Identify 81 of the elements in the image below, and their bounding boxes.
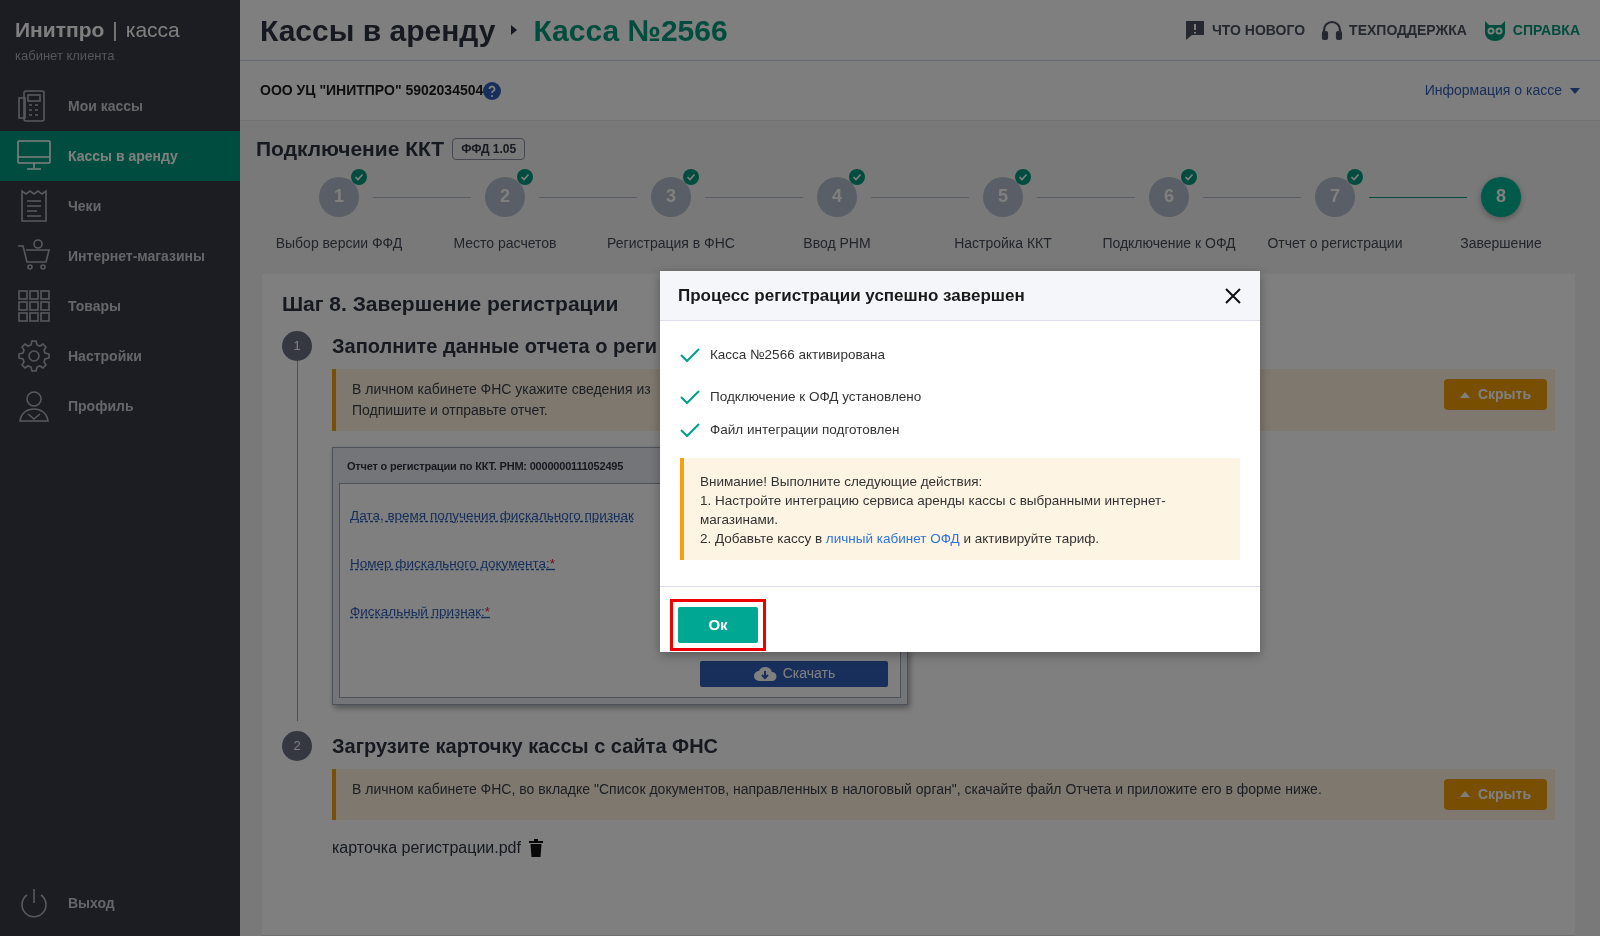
cloud-download-icon — [752, 665, 777, 682]
version-badge: ФФД 1.05 — [452, 137, 526, 160]
report-title: Отчет о регистрации по ККТ. РНМ: 0000000111052495 — [346, 459, 625, 474]
check-icon — [680, 421, 700, 438]
brand-name: Инитпро — [15, 17, 105, 43]
field-label[interactable]: Номер фискального документа:* — [350, 553, 556, 602]
sidebar-item[interactable]: Профиль — [0, 381, 240, 431]
info-dropdown[interactable]: Информация о кассе — [1424, 80, 1580, 101]
sidebar-item[interactable]: Интернет-магазины — [0, 231, 240, 281]
check-icon — [680, 347, 700, 364]
notice-text: 2. Добавьте кассу в личный кабинет ОФД и активируйте тариф. — [700, 529, 1101, 548]
ofd-link[interactable]: личный кабинет ОФД — [825, 530, 960, 546]
status-text: Касса №2566 активирована — [710, 346, 885, 364]
alert-text: Подпишите и отправьте отчет. — [352, 401, 549, 420]
breadcrumb-item: Касса №2566 — [533, 12, 728, 49]
alert-text: В личном кабинете ФНС укажите сведения из — [352, 380, 651, 399]
sidebar-item[interactable]: Товары — [0, 281, 240, 331]
caret-up-icon — [1459, 391, 1470, 398]
step-label: Выбор версии ФФД — [275, 233, 403, 253]
person-icon — [16, 388, 52, 424]
close-button[interactable] — [1224, 286, 1242, 305]
section-heading: Загрузите карточку кассы с сайта ФНС — [332, 733, 719, 759]
step-label: Отчет о регистрации — [1267, 233, 1403, 253]
hide-button[interactable]: Скрыть — [1443, 379, 1547, 410]
trash-icon — [528, 838, 543, 857]
header-link[interactable]: ЧТО НОВОГО — [1183, 19, 1306, 41]
section-heading: Заполните данные отчета о реги — [332, 334, 657, 359]
check-badge-icon — [517, 168, 533, 185]
brand-subtitle: кабинет клиента — [15, 46, 116, 65]
status-text: Файл интеграции подготовлен — [710, 420, 900, 439]
check-badge-icon — [849, 168, 865, 185]
required-mark: * — [484, 603, 491, 619]
breadcrumb-item[interactable]: Кассы в аренду — [260, 7, 496, 53]
section-title: Подключение ККТ — [256, 136, 445, 162]
step-label: Место расчетов — [453, 233, 557, 253]
step-title: Шаг 8. Завершение регистрации — [282, 290, 619, 317]
caret-up-icon — [1459, 791, 1470, 797]
step-label: Завершение — [1460, 233, 1542, 253]
sidebar-item[interactable]: Настройки — [0, 331, 240, 381]
sidebar-item[interactable]: Чеки — [0, 181, 240, 231]
notice-text: 1. Настройте интеграцию сервиса аренды кассы с выбранными интернет-магазинами. — [700, 491, 1167, 529]
step-number: 1 — [282, 331, 312, 361]
step-label: Настройка ККТ — [954, 233, 1052, 253]
help-icon — [483, 81, 502, 100]
sidebar-item[interactable]: Мои кассы — [0, 81, 240, 131]
check-badge-icon — [351, 168, 367, 185]
alert-text: В личном кабинете ФНС, во вкладке "Список документов, направленных в налоговый орган", скачайте файл Отчета и приложите его в форме ниже. — [352, 779, 1322, 799]
check-badge-icon — [1015, 168, 1031, 185]
field-label[interactable]: Дата, время получения фискального признак — [350, 505, 634, 554]
brand-product: касса — [125, 17, 180, 43]
check-badge-icon — [683, 168, 699, 185]
step-circle[interactable]: 8 — [1481, 176, 1521, 217]
header-link[interactable]: ТЕХПОДДЕРЖКА — [1321, 19, 1467, 41]
check-icon — [680, 389, 700, 406]
message-icon — [1183, 19, 1206, 41]
status-text: Подключение к ОФД установлено — [710, 388, 922, 407]
settings-icon — [16, 338, 52, 374]
check-badge-icon — [1347, 168, 1363, 185]
download-button[interactable]: Скачать — [700, 660, 888, 687]
file-name: карточка регистрации.pdf — [332, 837, 521, 858]
sidebar-item[interactable]: Кассы в аренду — [0, 131, 240, 181]
logout-item[interactable]: Выход — [0, 878, 240, 928]
step-label: Ввод РНМ — [803, 233, 871, 253]
step-label: Регистрация в ФНС — [607, 233, 735, 253]
organization-name: ООО УЦ "ИНИТПРО" 5902034504 — [260, 81, 484, 100]
chevron-icon — [511, 25, 518, 35]
step-label: Подключение к ОФД — [1102, 233, 1236, 253]
step-number: 2 — [282, 730, 312, 761]
headset-icon — [1321, 19, 1344, 41]
required-mark: * — [549, 555, 556, 571]
modal-title: Процесс регистрации успешно завершен — [678, 284, 1025, 307]
ok-button[interactable]: Ок — [678, 606, 758, 643]
owl-icon — [1482, 19, 1507, 41]
notice-text: Внимание! Выполните следующие действия: — [700, 472, 984, 491]
hide-button[interactable]: Скрыть — [1443, 778, 1547, 810]
caret-icon — [1570, 87, 1580, 94]
brand-separator: | — [112, 17, 118, 43]
field-label[interactable]: Фискальный признак:* — [350, 601, 491, 650]
header-link[interactable]: СПРАВКА — [1482, 19, 1580, 41]
check-badge-icon — [1181, 168, 1197, 185]
grid-icon — [16, 288, 52, 324]
